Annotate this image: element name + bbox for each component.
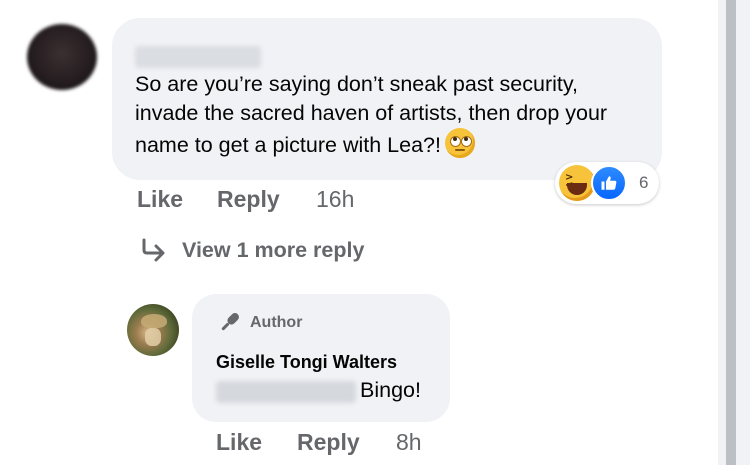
view-more-replies-label: View 1 more reply (182, 238, 365, 262)
like-reaction-icon (591, 165, 627, 201)
reply-button[interactable]: Reply (217, 186, 280, 213)
reply-author-avatar[interactable] (127, 304, 179, 356)
reply-reply-button[interactable]: Reply (297, 429, 360, 456)
comment-text: So are you’re saying don’t sneak past se… (135, 70, 635, 160)
mention-redacted[interactable] (216, 381, 356, 403)
like-button[interactable]: Like (137, 186, 183, 213)
reply-author-name[interactable]: Giselle Tongi Walters (216, 352, 397, 373)
author-badge: Author (250, 314, 303, 331)
comment-timestamp[interactable]: 16h (316, 186, 354, 213)
microphone-icon (221, 313, 239, 331)
comment-body: So are you’re saying don’t sneak past se… (135, 72, 608, 157)
commenter-name-redacted[interactable] (135, 46, 261, 68)
scrollbar-thumb[interactable] (726, 0, 736, 465)
reply-arrow-icon (142, 238, 165, 262)
reactions-summary[interactable]: >< 6 (555, 162, 659, 204)
commenter-avatar[interactable] (27, 24, 97, 90)
reply-text: Bingo! (360, 378, 421, 402)
haha-reaction-icon: >< (559, 165, 595, 201)
rolling-eyes-emoji-icon (444, 128, 475, 158)
reply-like-button[interactable]: Like (216, 429, 262, 456)
reaction-count: 6 (639, 173, 649, 192)
reply-timestamp[interactable]: 8h (396, 429, 422, 456)
